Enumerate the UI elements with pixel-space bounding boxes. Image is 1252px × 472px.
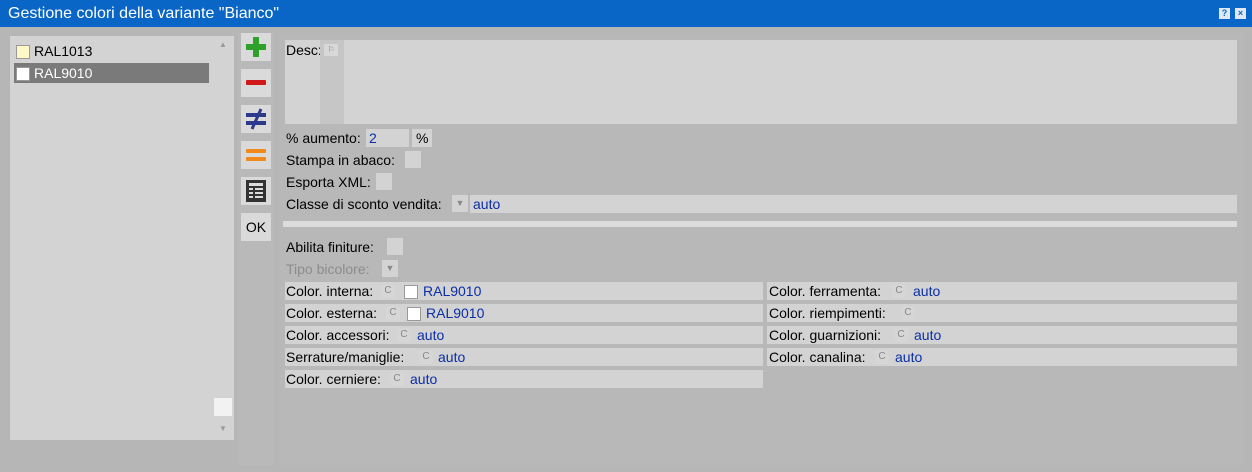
stampa-label: Stampa in abaco: xyxy=(286,152,395,168)
c-button[interactable]: C xyxy=(386,306,400,320)
color-swatch xyxy=(16,45,30,59)
variant-form: Desc: ⚐ % aumento: 2 % Stampa in abaco: … xyxy=(279,33,1244,465)
toolbar: OK xyxy=(238,33,274,465)
flag-icon[interactable]: ⚐ xyxy=(324,44,338,56)
chevron-down-icon[interactable]: ▼ xyxy=(452,195,468,212)
classe-label: Classe di sconto vendita: xyxy=(286,196,442,212)
abilita-checkbox[interactable] xyxy=(387,238,403,255)
list-item-ral9010[interactable]: RAL9010 xyxy=(14,63,209,83)
color-riempimenti-label: Color. riempimenti: xyxy=(769,305,886,321)
window-title: Gestione colori della variante "Bianco" xyxy=(8,5,280,22)
serrature-value[interactable]: auto xyxy=(438,349,465,365)
c-button[interactable]: C xyxy=(875,350,889,364)
desc-textarea[interactable] xyxy=(285,40,1237,124)
c-button[interactable]: C xyxy=(381,284,395,298)
list-item-label: RAL1013 xyxy=(34,43,93,59)
tipo-label: Tipo bicolore: xyxy=(286,261,370,277)
color-list[interactable]: RAL1013 RAL9010 xyxy=(10,36,234,440)
color-esterna-label: Color. esterna: xyxy=(286,305,378,321)
color-interna-label: Color. interna: xyxy=(286,283,374,299)
minus-icon xyxy=(246,80,266,85)
scroll-up-icon[interactable]: ▲ xyxy=(212,38,234,52)
not-equal-icon xyxy=(246,108,266,130)
color-cerniere-label: Color. cerniere: xyxy=(286,371,381,387)
color-guarnizioni-value[interactable]: auto xyxy=(914,327,941,343)
color-ferramenta-value[interactable]: auto xyxy=(913,283,940,299)
color-accessori-label: Color. accessori: xyxy=(286,327,390,343)
color-esterna-value[interactable]: RAL9010 xyxy=(426,305,484,321)
c-button[interactable]: C xyxy=(419,350,433,364)
section-divider xyxy=(283,221,1237,227)
desc-label: Desc: xyxy=(286,42,322,58)
remove-button[interactable] xyxy=(241,69,271,97)
classe-value: auto xyxy=(473,196,501,212)
color-accessori-value[interactable]: auto xyxy=(417,327,444,343)
list-item-label: RAL9010 xyxy=(34,65,93,81)
color-cerniere-value[interactable]: auto xyxy=(410,371,437,387)
c-button[interactable]: C xyxy=(397,328,411,342)
plus-icon xyxy=(246,37,266,57)
color-swatch xyxy=(404,285,418,299)
help-icon[interactable]: ? xyxy=(1219,8,1230,19)
c-button[interactable]: C xyxy=(901,306,915,320)
not-equal-button[interactable] xyxy=(241,105,271,133)
ok-button[interactable]: OK xyxy=(241,213,271,241)
table-icon xyxy=(246,180,266,202)
esporta-checkbox[interactable] xyxy=(376,173,392,190)
serrature-label: Serrature/maniglie: xyxy=(286,349,405,365)
c-button[interactable]: C xyxy=(892,284,906,298)
color-canalina-value[interactable]: auto xyxy=(895,349,922,365)
aumento-value: 2 xyxy=(369,130,377,146)
c-button[interactable]: C xyxy=(894,328,908,342)
esporta-label: Esporta XML: xyxy=(286,174,371,190)
stampa-checkbox[interactable] xyxy=(405,151,421,168)
color-ferramenta-label: Color. ferramenta: xyxy=(769,283,882,299)
desc-language-column: ⚐ xyxy=(320,40,344,124)
grid-button[interactable] xyxy=(241,177,271,205)
classe-select[interactable] xyxy=(470,195,1237,213)
abilita-label: Abilita finiture: xyxy=(286,239,374,255)
add-button[interactable] xyxy=(241,33,271,61)
tipo-dropdown-icon[interactable]: ▼ xyxy=(382,260,398,277)
color-guarnizioni-label: Color. guarnizioni: xyxy=(769,327,882,343)
equal-icon xyxy=(246,149,266,161)
color-swatch xyxy=(407,307,421,321)
list-scrollbar[interactable]: ▲ ▼ xyxy=(212,36,234,440)
color-swatch xyxy=(16,67,30,81)
title-bar: Gestione colori della variante "Bianco" … xyxy=(0,0,1252,27)
list-item-ral1013[interactable]: RAL1013 xyxy=(14,41,209,61)
aumento-label: % aumento: xyxy=(286,130,361,146)
c-button[interactable]: C xyxy=(390,372,404,386)
equal-button[interactable] xyxy=(241,141,271,169)
color-interna-value[interactable]: RAL9010 xyxy=(423,283,481,299)
scroll-thumb[interactable] xyxy=(214,398,232,416)
close-icon[interactable]: × xyxy=(1235,8,1246,19)
aumento-unit: % xyxy=(416,130,429,146)
color-canalina-label: Color. canalina: xyxy=(769,349,866,365)
scroll-down-icon[interactable]: ▼ xyxy=(212,422,234,436)
